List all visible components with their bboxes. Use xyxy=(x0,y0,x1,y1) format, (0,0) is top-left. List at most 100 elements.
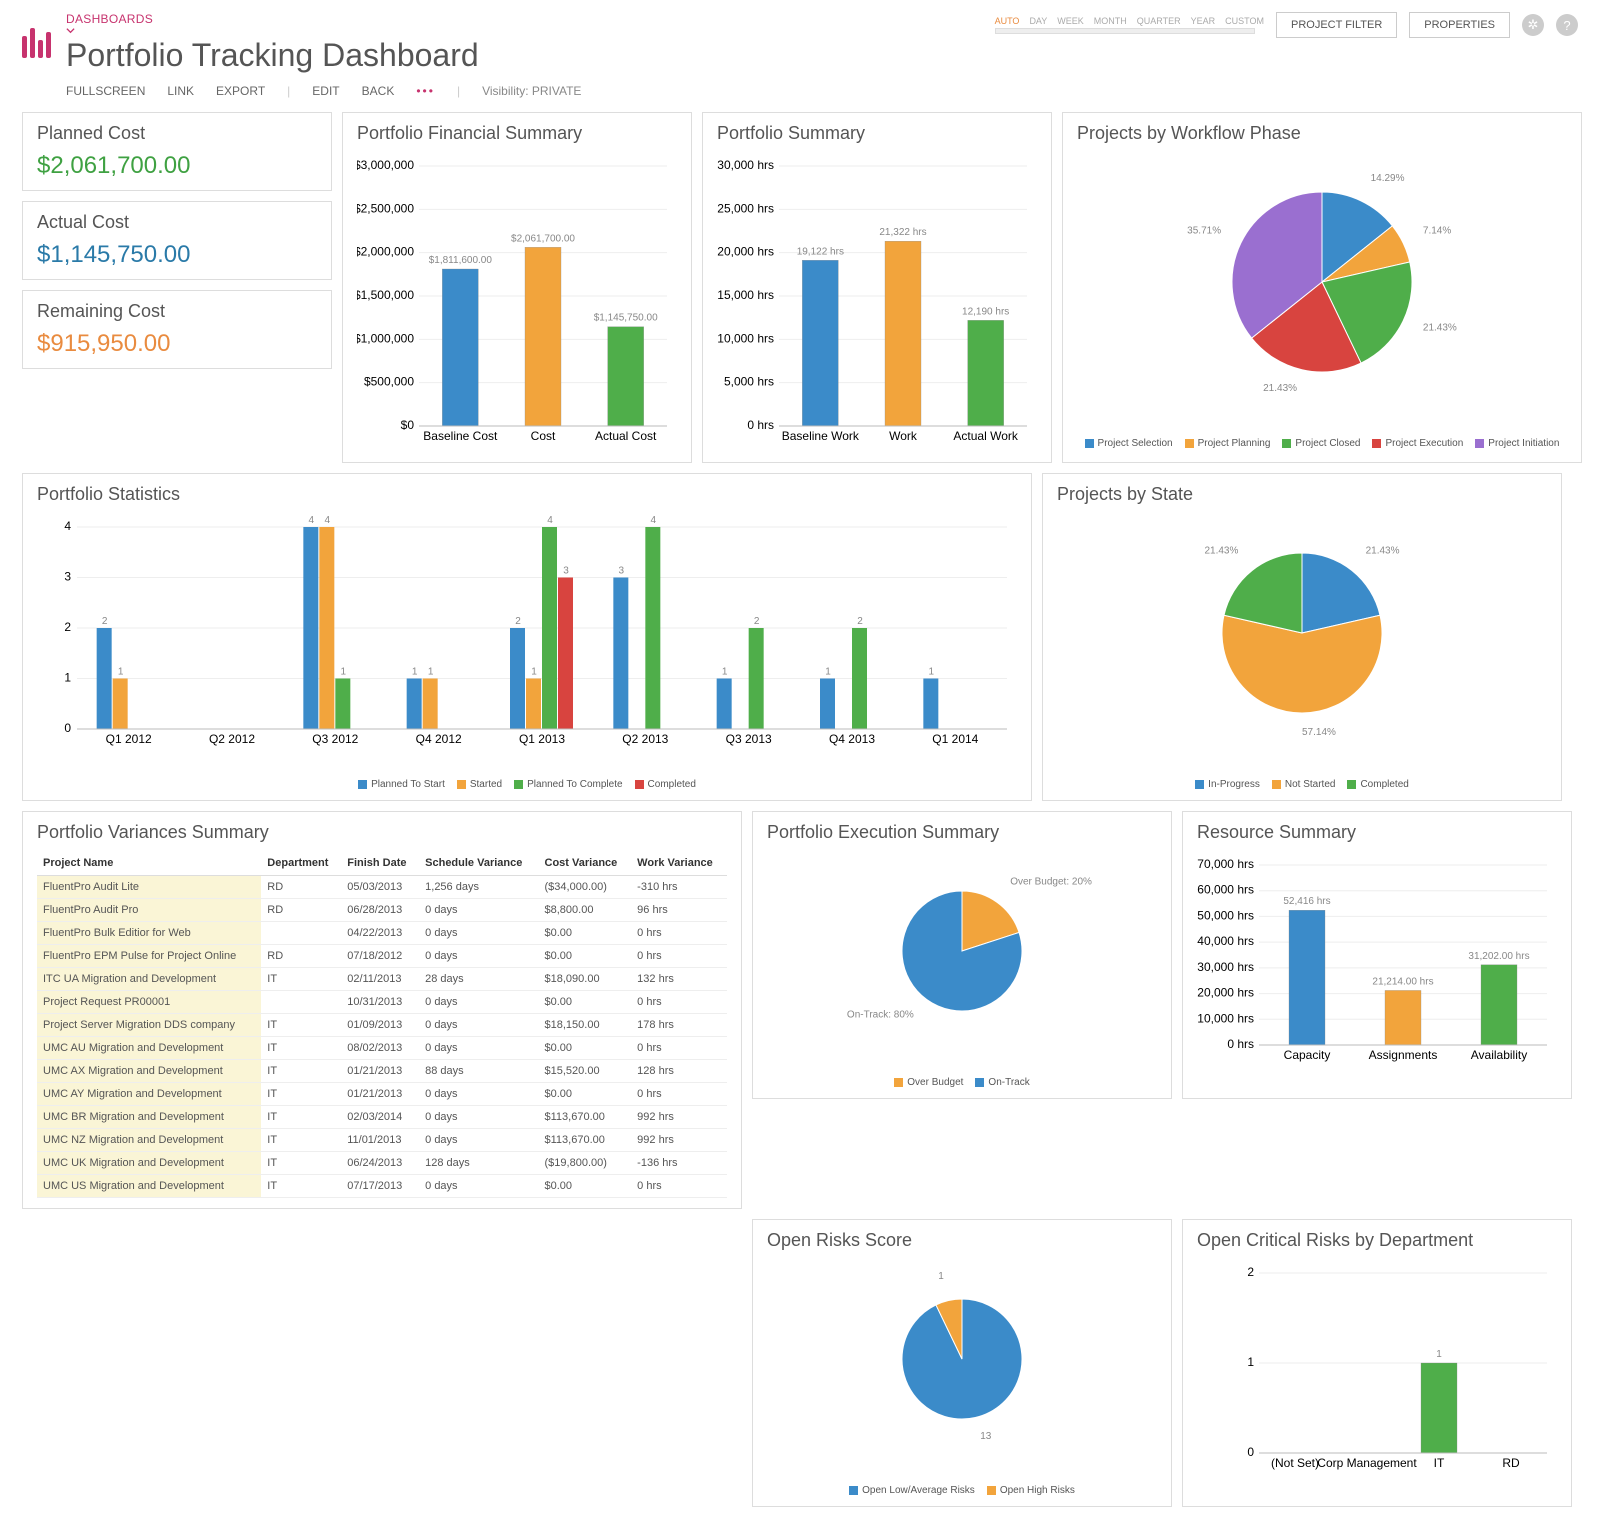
table-row[interactable]: Project Request PR0000110/31/20130 days$… xyxy=(37,991,727,1014)
timeframe-selector[interactable]: AUTO DAY WEEK MONTH QUARTER YEAR CUSTOM xyxy=(995,16,1264,34)
table-row[interactable]: FluentPro Bulk Editior for Web04/22/2013… xyxy=(37,922,727,945)
svg-text:Assignments: Assignments xyxy=(1369,1048,1438,1062)
toolbar-edit[interactable]: EDIT xyxy=(312,84,339,98)
svg-text:4: 4 xyxy=(651,515,657,526)
variances-table: Project NameDepartmentFinish DateSchedul… xyxy=(37,851,727,1198)
svg-text:2: 2 xyxy=(64,620,71,634)
col-header[interactable]: Department xyxy=(261,851,341,876)
project-filter-button[interactable]: PROJECT FILTER xyxy=(1276,12,1397,38)
svg-text:2: 2 xyxy=(102,616,108,627)
svg-text:40,000 hrs: 40,000 hrs xyxy=(1197,934,1254,948)
chart-projects-by-state: Projects by State21.43%57.14%21.43%In-Pr… xyxy=(1042,473,1562,801)
kpi-actual-cost: Actual Cost $1,145,750.00 xyxy=(22,201,332,280)
svg-text:7.14%: 7.14% xyxy=(1423,225,1451,236)
svg-text:RD: RD xyxy=(1502,1456,1520,1470)
svg-text:3: 3 xyxy=(563,566,569,577)
svg-text:4: 4 xyxy=(547,515,553,526)
svg-text:$2,000,000: $2,000,000 xyxy=(357,245,414,259)
timeframe-day[interactable]: DAY xyxy=(1029,16,1047,26)
svg-text:Actual Work: Actual Work xyxy=(953,429,1018,443)
kpi-remaining-cost: Remaining Cost $915,950.00 xyxy=(22,290,332,369)
svg-text:2: 2 xyxy=(754,616,760,627)
timeframe-year[interactable]: YEAR xyxy=(1191,16,1216,26)
chart-critical-risks-dept: Open Critical Risks by Department012(Not… xyxy=(1182,1219,1572,1507)
table-row[interactable]: FluentPro Audit LiteRD05/03/20131,256 da… xyxy=(37,876,727,899)
svg-text:30,000 hrs: 30,000 hrs xyxy=(717,158,774,172)
svg-text:21,322 hrs: 21,322 hrs xyxy=(879,227,926,238)
svg-text:Q1 2013: Q1 2013 xyxy=(519,732,565,746)
timeframe-custom[interactable]: CUSTOM xyxy=(1225,16,1264,26)
toolbar-back[interactable]: BACK xyxy=(362,84,395,98)
svg-text:Availability: Availability xyxy=(1471,1048,1527,1062)
table-row[interactable]: UMC UK Migration and DevelopmentIT06/24/… xyxy=(37,1152,727,1175)
table-row[interactable]: Project Server Migration DDS companyIT01… xyxy=(37,1014,727,1037)
svg-text:$1,811,600.00: $1,811,600.00 xyxy=(429,255,493,266)
svg-text:0: 0 xyxy=(1247,1445,1254,1459)
kpi-value: $915,950.00 xyxy=(37,330,317,358)
svg-text:1: 1 xyxy=(118,667,124,678)
svg-text:2: 2 xyxy=(1247,1265,1254,1279)
col-header[interactable]: Finish Date xyxy=(341,851,419,876)
toolbar-export[interactable]: EXPORT xyxy=(216,84,265,98)
chart-financial-summary: Portfolio Financial Summary$0$500,000$1,… xyxy=(342,112,692,463)
table-variances: Portfolio Variances Summary Project Name… xyxy=(22,811,742,1209)
properties-button[interactable]: PROPERTIES xyxy=(1409,12,1510,38)
table-row[interactable]: FluentPro Audit ProRD06/28/20130 days$8,… xyxy=(37,899,727,922)
kpi-label: Actual Cost xyxy=(37,212,317,233)
svg-text:$2,061,700.00: $2,061,700.00 xyxy=(511,233,575,244)
svg-text:1: 1 xyxy=(1247,1355,1254,1369)
svg-text:0 hrs: 0 hrs xyxy=(747,418,774,432)
svg-text:60,000 hrs: 60,000 hrs xyxy=(1197,883,1254,897)
svg-text:Over Budget: 20%: Over Budget: 20% xyxy=(1010,877,1092,888)
svg-text:1: 1 xyxy=(938,1271,944,1282)
table-row[interactable]: ITC UA Migration and DevelopmentIT02/11/… xyxy=(37,968,727,991)
timeframe-auto[interactable]: AUTO xyxy=(995,16,1020,26)
breadcrumb[interactable]: DASHBOARDS xyxy=(66,12,581,35)
timeframe-week[interactable]: WEEK xyxy=(1057,16,1084,26)
gear-icon[interactable]: ✲ xyxy=(1522,14,1544,36)
svg-text:14.29%: 14.29% xyxy=(1371,173,1405,184)
table-row[interactable]: UMC AY Migration and DevelopmentIT01/21/… xyxy=(37,1083,727,1106)
svg-text:5,000 hrs: 5,000 hrs xyxy=(724,375,774,389)
svg-text:1: 1 xyxy=(531,667,537,678)
svg-text:31,202.00 hrs: 31,202.00 hrs xyxy=(1468,951,1529,962)
svg-text:$500,000: $500,000 xyxy=(364,375,414,389)
chart-portfolio-statistics: Portfolio Statistics0123421Q1 2012Q2 201… xyxy=(22,473,1032,801)
table-row[interactable]: UMC AX Migration and DevelopmentIT01/21/… xyxy=(37,1060,727,1083)
table-row[interactable]: FluentPro EPM Pulse for Project OnlineRD… xyxy=(37,945,727,968)
col-header[interactable]: Schedule Variance xyxy=(419,851,538,876)
svg-text:21,214.00 hrs: 21,214.00 hrs xyxy=(1372,976,1433,987)
svg-text:30,000 hrs: 30,000 hrs xyxy=(1197,960,1254,974)
svg-text:Q2 2012: Q2 2012 xyxy=(209,732,255,746)
table-row[interactable]: UMC US Migration and DevelopmentIT07/17/… xyxy=(37,1175,727,1198)
toolbar-fullscreen[interactable]: FULLSCREEN xyxy=(66,84,145,98)
kpi-value: $2,061,700.00 xyxy=(37,152,317,180)
chart-portfolio-summary: Portfolio Summary0 hrs5,000 hrs10,000 hr… xyxy=(702,112,1052,463)
svg-text:21.43%: 21.43% xyxy=(1423,323,1457,334)
svg-text:13: 13 xyxy=(980,1431,992,1442)
table-row[interactable]: UMC AU Migration and DevelopmentIT08/02/… xyxy=(37,1037,727,1060)
help-icon[interactable]: ? xyxy=(1556,14,1578,36)
svg-text:1: 1 xyxy=(412,667,418,678)
chart-workflow-phase: Projects by Workflow Phase14.29%7.14%21.… xyxy=(1062,112,1582,463)
col-header[interactable]: Work Variance xyxy=(631,851,727,876)
svg-text:Cost: Cost xyxy=(531,429,556,443)
table-row[interactable]: UMC BR Migration and DevelopmentIT02/03/… xyxy=(37,1106,727,1129)
svg-text:1: 1 xyxy=(64,671,71,685)
table-row[interactable]: UMC NZ Migration and DevelopmentIT11/01/… xyxy=(37,1129,727,1152)
svg-text:0 hrs: 0 hrs xyxy=(1227,1037,1254,1051)
svg-text:Work: Work xyxy=(889,429,918,443)
svg-text:20,000 hrs: 20,000 hrs xyxy=(717,245,774,259)
timeframe-month[interactable]: MONTH xyxy=(1094,16,1127,26)
page-title: Portfolio Tracking Dashboard xyxy=(66,37,581,74)
timeframe-quarter[interactable]: QUARTER xyxy=(1137,16,1181,26)
col-header[interactable]: Project Name xyxy=(37,851,261,876)
more-icon[interactable]: ••• xyxy=(416,84,435,98)
svg-text:15,000 hrs: 15,000 hrs xyxy=(717,288,774,302)
svg-text:$3,000,000: $3,000,000 xyxy=(357,158,414,172)
svg-text:$1,500,000: $1,500,000 xyxy=(357,288,414,302)
svg-text:2: 2 xyxy=(857,616,863,627)
col-header[interactable]: Cost Variance xyxy=(539,851,632,876)
toolbar-link[interactable]: LINK xyxy=(167,84,194,98)
svg-text:On-Track: 80%: On-Track: 80% xyxy=(847,1009,914,1020)
